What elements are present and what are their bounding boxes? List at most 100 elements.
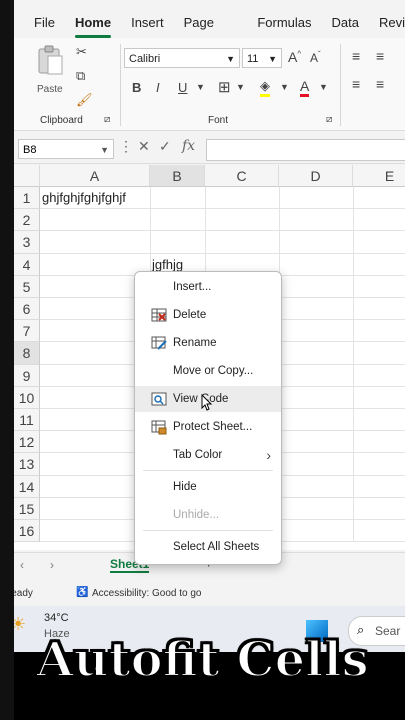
chevron-down-icon[interactable]: ▼ — [236, 82, 245, 92]
menu-item-label: Protect Sheet... — [173, 421, 253, 433]
row-gridline — [40, 230, 405, 232]
insert-function-button[interactable]: fx — [182, 138, 195, 154]
mouse-cursor-icon — [201, 394, 213, 411]
menu-item-label: Insert... — [173, 281, 212, 293]
tab-review[interactable]: Revi — [379, 10, 405, 36]
menu-item-rename[interactable]: Rename — [135, 330, 281, 356]
row-header[interactable]: 4 — [14, 253, 40, 276]
row-header[interactable]: 16 — [14, 520, 40, 543]
select-all-corner[interactable] — [14, 165, 40, 187]
font-size-select[interactable]: 11 ▼ — [242, 48, 282, 68]
enter-icon[interactable]: ✓ — [159, 138, 171, 155]
align-top-icon[interactable]: ≡ — [352, 48, 360, 64]
menu-item-protect-sheet[interactable]: Protect Sheet... — [135, 414, 281, 440]
tab-formulas[interactable]: Formulas — [257, 10, 311, 36]
status-ready: Ready — [14, 588, 33, 599]
row-header[interactable]: 15 — [14, 497, 40, 520]
menu-item-label: Hide — [173, 481, 197, 493]
menu-item-label: Rename — [173, 337, 217, 349]
sheet-context-menu: Insert... Delete Rename Move or Copy... — [134, 271, 282, 565]
cell-a1[interactable]: ghjfghjfghjfghjf — [42, 190, 126, 205]
column-header-c[interactable]: C — [205, 165, 279, 187]
row-gridline — [40, 252, 405, 254]
menu-item-move-copy[interactable]: Move or Copy... — [135, 358, 281, 384]
tab-data[interactable]: Data — [332, 10, 359, 36]
fill-color-icon[interactable]: ◈ — [260, 78, 270, 97]
row-header[interactable]: 13 — [14, 453, 40, 476]
chevron-down-icon[interactable]: ▼ — [319, 82, 328, 92]
menu-item-select-all-sheets[interactable]: Select All Sheets — [135, 534, 281, 560]
formula-input[interactable] — [206, 139, 405, 161]
tab-home[interactable]: Home — [74, 10, 112, 38]
name-box[interactable]: B8 ▼ — [18, 139, 114, 159]
menu-item-label: Unhide... — [173, 509, 220, 521]
row-header[interactable]: 6 — [14, 298, 40, 321]
row-header[interactable]: 5 — [14, 275, 40, 298]
menu-item-label: Move or Copy... — [173, 365, 254, 377]
row-header[interactable]: 12 — [14, 431, 40, 454]
row-header[interactable]: 14 — [14, 475, 40, 498]
font-launcher-icon[interactable]: ⧄ — [326, 114, 332, 125]
menu-item-label: Tab Color — [173, 449, 223, 461]
tab-insert[interactable]: Insert — [131, 10, 164, 36]
decrease-font-icon[interactable]: Aˇ — [310, 50, 321, 65]
menu-item-tab-color[interactable]: Tab Color › — [135, 442, 281, 468]
chevron-right-icon[interactable]: › — [50, 558, 54, 572]
column-header-e[interactable]: E — [353, 165, 405, 187]
clipboard-launcher-icon[interactable]: ⧄ — [104, 114, 110, 125]
underline-button[interactable]: U — [178, 80, 187, 95]
paste-icon — [38, 45, 63, 75]
align-left-icon[interactable]: ≡ — [352, 76, 360, 92]
chevron-down-icon: ▼ — [268, 54, 277, 64]
row-gridline — [40, 208, 405, 210]
font-size-value: 11 — [247, 53, 259, 65]
cut-icon[interactable]: ✂ — [76, 44, 87, 60]
device-bezel — [0, 0, 14, 720]
menu-separator — [143, 530, 273, 531]
row-header[interactable]: 9 — [14, 364, 40, 387]
menu-item-delete[interactable]: Delete — [135, 302, 281, 328]
row-header[interactable]: 1 — [14, 187, 40, 210]
clipboard-group-label: Clipboard — [40, 115, 83, 126]
tab-page-layout[interactable]: Page Layout — [184, 10, 238, 56]
paste-button[interactable]: Paste — [34, 44, 68, 96]
column-header-a[interactable]: A — [40, 165, 150, 187]
column-header-b[interactable]: B — [150, 165, 205, 187]
menu-item-hide[interactable]: Hide — [135, 474, 281, 500]
column-header-d[interactable]: D — [279, 165, 353, 187]
bold-button[interactable]: B — [132, 80, 141, 95]
italic-button[interactable]: I — [156, 80, 160, 95]
font-group-label: Font — [208, 115, 229, 126]
format-painter-icon[interactable]: 🖌 — [76, 92, 93, 108]
row-header[interactable]: 3 — [14, 231, 40, 254]
row-header[interactable]: 8 — [14, 342, 40, 365]
tab-file[interactable]: File — [34, 10, 55, 36]
menu-item-label: Delete — [173, 309, 207, 321]
font-name-value: Calibri — [129, 53, 161, 65]
chevron-down-icon[interactable]: ▼ — [280, 82, 289, 92]
accessibility-icon[interactable]: ♿ — [76, 587, 88, 598]
cancel-icon[interactable]: ✕ — [138, 138, 150, 155]
menu-item-insert[interactable]: Insert... — [135, 274, 281, 300]
menu-item-view-code[interactable]: View Code — [135, 386, 281, 412]
row-header[interactable]: 10 — [14, 386, 40, 409]
chevron-right-icon: › — [266, 447, 271, 463]
align-middle-icon[interactable]: ≡ — [376, 48, 384, 64]
accessibility-status[interactable]: Accessibility: Good to go — [92, 588, 202, 599]
delete-sheet-icon — [151, 308, 167, 322]
align-center-icon[interactable]: ≡ — [376, 76, 384, 92]
row-header[interactable]: 7 — [14, 320, 40, 343]
increase-font-icon[interactable]: A^ — [288, 49, 301, 65]
excel-window: File Home Insert Page Layout Formulas Da… — [14, 0, 405, 652]
cell-b4[interactable]: jgfhjg — [152, 257, 183, 272]
chevron-left-icon[interactable]: ‹ — [20, 558, 24, 572]
more-icon: ⋮ — [119, 138, 133, 154]
row-header[interactable]: 2 — [14, 209, 40, 232]
borders-icon[interactable]: ⊞ — [218, 78, 231, 96]
paste-label: Paste — [37, 84, 63, 95]
font-name-select[interactable]: Calibri ▼ — [124, 48, 240, 68]
row-header[interactable]: 11 — [14, 409, 40, 432]
chevron-down-icon[interactable]: ▼ — [196, 82, 205, 92]
copy-icon[interactable]: ⧉ — [76, 68, 85, 84]
font-color-icon[interactable]: A — [300, 78, 310, 97]
